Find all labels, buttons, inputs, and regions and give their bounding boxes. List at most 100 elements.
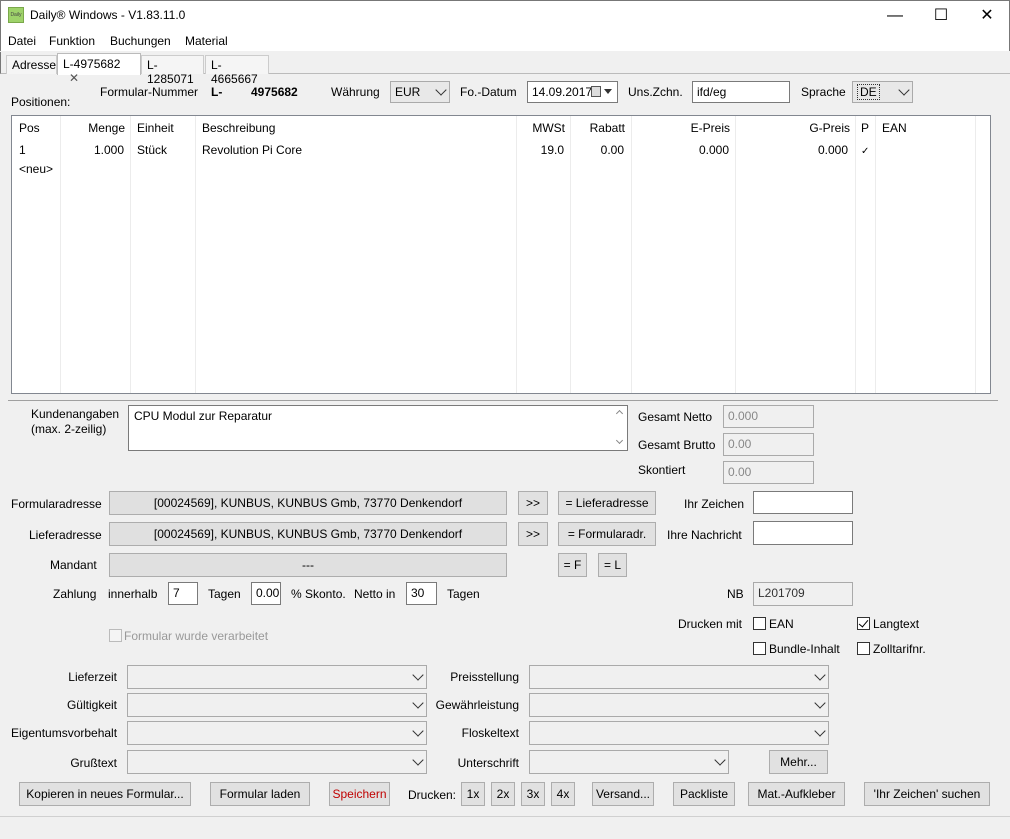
ihr-zeichen-input[interactable] [753,491,853,514]
mandant-field[interactable]: --- [109,553,507,577]
ean-checkbox[interactable] [753,617,766,630]
tab-l-4665667[interactable]: L-4665667 [205,55,269,86]
mat-aufkleber-button[interactable]: Mat.-Aufkleber [748,782,845,806]
kunden-scrollbar[interactable] [614,406,627,450]
zolltarif-checkbox[interactable] [857,642,870,655]
mandant-eq-l-button[interactable]: = L [598,553,627,577]
cell-einheit[interactable]: Stück [137,143,167,157]
tab-l-4975682[interactable]: L-4975682 ✕ [57,53,141,85]
menu-funktion[interactable]: Funktion [49,34,95,48]
tab-l-1285071[interactable]: L-1285071 [141,55,204,86]
bundle-checkbox[interactable] [753,642,766,655]
new-row[interactable]: <neu> [19,162,53,176]
scroll-up-icon[interactable] [615,409,624,418]
langtext-label: Langtext [873,617,920,631]
ihr-zeichen-label: Ihr Zeichen [684,497,745,511]
print-1x-button[interactable]: 1x [461,782,485,806]
print-2x-button[interactable]: 2x [491,782,515,806]
col-header-rabatt[interactable]: Rabatt [570,121,625,135]
column-divider [855,116,856,393]
divider [8,400,998,401]
speichern-button[interactable]: Speichern [329,782,390,806]
col-header-ean[interactable]: EAN [882,121,907,135]
menu-buchungen[interactable]: Buchungen [110,34,171,48]
packliste-button[interactable]: Packliste [673,782,735,806]
close-tab-icon[interactable]: ✕ [69,71,79,85]
gesamt-brutto-field: 0.00 [723,433,814,456]
col-header-beschreibung[interactable]: Beschreibung [202,121,275,135]
cell-epreis[interactable]: 0.000 [631,143,729,157]
ean-label: EAN [769,617,794,631]
copy-to-lieferadresse-button[interactable]: = Lieferadresse [558,491,656,515]
netto-tage-input[interactable]: 30 [406,582,437,605]
print-3x-button[interactable]: 3x [521,782,545,806]
versand-button[interactable]: Versand... [592,782,654,806]
lieferadresse-field[interactable]: [00024569], KUNBUS, KUNBUS Gmb, 73770 De… [109,522,507,546]
skonto-input[interactable]: 0.00 [251,582,281,605]
copy-to-formularadresse-button[interactable]: = Formularadr. [558,522,656,546]
col-header-pos[interactable]: Pos [19,121,40,135]
calendar-icon[interactable] [591,86,601,97]
floskel-select[interactable] [529,721,829,745]
unterschrift-select[interactable] [529,750,729,774]
lieferadresse-arrow-button[interactable]: >> [518,522,548,546]
ihr-zeichen-suchen-button[interactable]: 'Ihr Zeichen' suchen [864,782,990,806]
kopieren-button[interactable]: Kopieren in neues Formular... [19,782,191,806]
gewaehr-select[interactable] [529,693,829,717]
formular-laden-button[interactable]: Formular laden [210,782,310,806]
cell-pos[interactable]: 1 [19,143,26,157]
unterschrift-label: Unterschrift [457,756,519,770]
caret-down-icon[interactable] [604,89,612,94]
waehrung-label: Währung [331,85,380,99]
col-header-einheit[interactable]: Einheit [137,121,174,135]
col-header-menge[interactable]: Menge [60,121,125,135]
col-header-p[interactable]: P [861,121,869,135]
tab-adresse[interactable]: Adresse [6,55,57,74]
innerhalb-label: innerhalb [108,587,158,601]
tab-label: L-4975682 [63,57,121,71]
eigentum-select[interactable] [127,721,427,745]
gesamt-netto-label: Gesamt Netto [638,410,713,424]
zahlung-tage-input[interactable]: 7 [168,582,198,605]
formularadresse-label: Formularadresse [11,497,102,511]
gueltigkeit-select[interactable] [127,693,427,717]
mehr-button[interactable]: Mehr... [769,750,828,774]
floskel-label: Floskeltext [461,726,519,740]
cell-beschreibung[interactable]: Revolution Pi Core [202,143,302,157]
formularadresse-arrow-button[interactable]: >> [518,491,548,515]
col-header-mwst[interactable]: MWSt [516,121,565,135]
col-header-gpreis[interactable]: G-Preis [735,121,850,135]
unszchn-input[interactable]: ifd/eg [692,81,790,103]
kunden-label: Kundenangaben [31,407,120,421]
verarbeitet-checkbox[interactable] [109,629,122,642]
scroll-down-icon[interactable] [615,436,624,445]
waehrung-select[interactable]: EUR [390,81,450,103]
cell-p-check-icon[interactable]: ✓ [861,146,869,157]
print-4x-button[interactable]: 4x [551,782,575,806]
col-header-epreis[interactable]: E-Preis [631,121,730,135]
chevron-down-icon [714,754,726,766]
column-divider [516,116,517,393]
close-window-button[interactable]: ✕ [964,0,1010,31]
cell-gpreis[interactable]: 0.000 [735,143,848,157]
skontiert-label: Skontiert [638,463,686,477]
lieferzeit-select[interactable] [127,665,427,689]
minimize-button[interactable]: — [872,0,918,31]
cell-rabatt[interactable]: 0.00 [570,143,624,157]
menu-material[interactable]: Material [185,34,228,48]
sprache-label: Sprache [801,85,846,99]
column-divider [735,116,736,393]
maximize-button[interactable]: ☐ [918,0,964,31]
gruss-select[interactable] [127,750,427,774]
formularadresse-field[interactable]: [00024569], KUNBUS, KUNBUS Gmb, 73770 De… [109,491,507,515]
gesamt-brutto-label: Gesamt Brutto [638,438,716,452]
langtext-checkbox[interactable] [857,617,870,630]
sprache-select[interactable]: DE [852,81,913,103]
kunden-textarea[interactable]: CPU Modul zur Reparatur [128,405,628,451]
menu-datei[interactable]: Datei [8,34,36,48]
cell-mwst[interactable]: 19.0 [516,143,564,157]
cell-menge[interactable]: 1.000 [60,143,124,157]
mandant-eq-f-button[interactable]: = F [558,553,587,577]
ihre-nachricht-input[interactable] [753,521,853,545]
preisstellung-select[interactable] [529,665,829,689]
